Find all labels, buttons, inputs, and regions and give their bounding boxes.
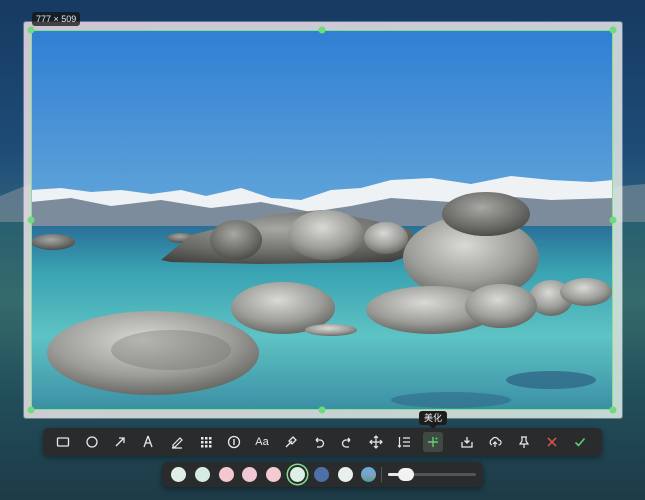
marker-tool[interactable] — [167, 432, 187, 452]
resize-handle-bottom[interactable] — [318, 406, 326, 414]
color-swatch[interactable] — [171, 467, 186, 482]
color-swatch[interactable] — [195, 467, 210, 482]
mosaic-tool[interactable] — [196, 432, 216, 452]
pen-nib-icon — [143, 435, 153, 448]
save-button[interactable] — [457, 432, 477, 452]
color-swatch[interactable] — [314, 467, 329, 482]
check-icon — [574, 437, 586, 447]
rectangle-icon — [56, 437, 70, 447]
eyedropper-icon — [285, 436, 297, 448]
resize-handle-top-left[interactable] — [27, 26, 35, 34]
list-order-icon — [397, 437, 410, 448]
beautify-button[interactable] — [423, 432, 443, 452]
upload-button[interactable] — [485, 432, 505, 452]
color-swatch-selected[interactable] — [290, 467, 305, 482]
resize-handle-right[interactable] — [609, 216, 617, 224]
redo-button[interactable] — [337, 432, 357, 452]
palette-divider — [381, 467, 382, 482]
confirm-button[interactable] — [570, 432, 590, 452]
marker-icon — [172, 437, 183, 449]
pin-button[interactable] — [514, 432, 534, 452]
text-tool[interactable]: Aa — [252, 432, 272, 452]
resize-handle-top-right[interactable] — [609, 26, 617, 34]
color-swatch[interactable] — [219, 467, 234, 482]
resize-handle-bottom-right[interactable] — [609, 406, 617, 414]
tooltip-beautify: 美化 — [419, 411, 448, 429]
size-slider-knob[interactable] — [397, 468, 414, 481]
undo-button[interactable] — [309, 432, 329, 452]
selection-size-label: 777 × 509 — [32, 12, 81, 26]
redo-icon — [341, 437, 351, 448]
arrow-tool[interactable] — [110, 432, 130, 452]
resize-handle-top[interactable] — [318, 26, 326, 34]
captured-image — [31, 30, 613, 410]
image-swatch[interactable] — [361, 467, 376, 482]
color-swatch[interactable] — [266, 467, 281, 482]
number-circle-icon — [227, 435, 241, 449]
sequence-tool[interactable] — [394, 432, 414, 452]
color-swatch[interactable] — [338, 467, 353, 482]
resize-handle-bottom-left[interactable] — [27, 406, 35, 414]
undo-icon — [315, 437, 325, 448]
close-icon — [547, 437, 557, 447]
arrow-icon — [115, 437, 125, 447]
cancel-button[interactable] — [542, 432, 562, 452]
style-palette — [162, 462, 483, 487]
move-tool[interactable] — [366, 432, 386, 452]
mosaic-icon — [201, 437, 212, 448]
color-picker-tool[interactable] — [281, 432, 301, 452]
text-icon: Aa — [255, 436, 269, 448]
serial-number-tool[interactable] — [224, 432, 244, 452]
pin-icon — [518, 436, 530, 448]
download-icon — [461, 437, 473, 448]
ellipse-tool[interactable] — [82, 432, 102, 452]
color-swatch[interactable] — [242, 467, 257, 482]
move-icon — [369, 435, 383, 449]
pen-tool[interactable] — [138, 432, 158, 452]
sparkle-icon — [428, 437, 438, 447]
cloud-upload-icon — [489, 436, 502, 447]
resize-handle-left[interactable] — [27, 216, 35, 224]
circle-icon — [86, 436, 98, 448]
annotation-toolbar: Aa — [43, 428, 602, 456]
rectangle-tool[interactable] — [53, 432, 73, 452]
